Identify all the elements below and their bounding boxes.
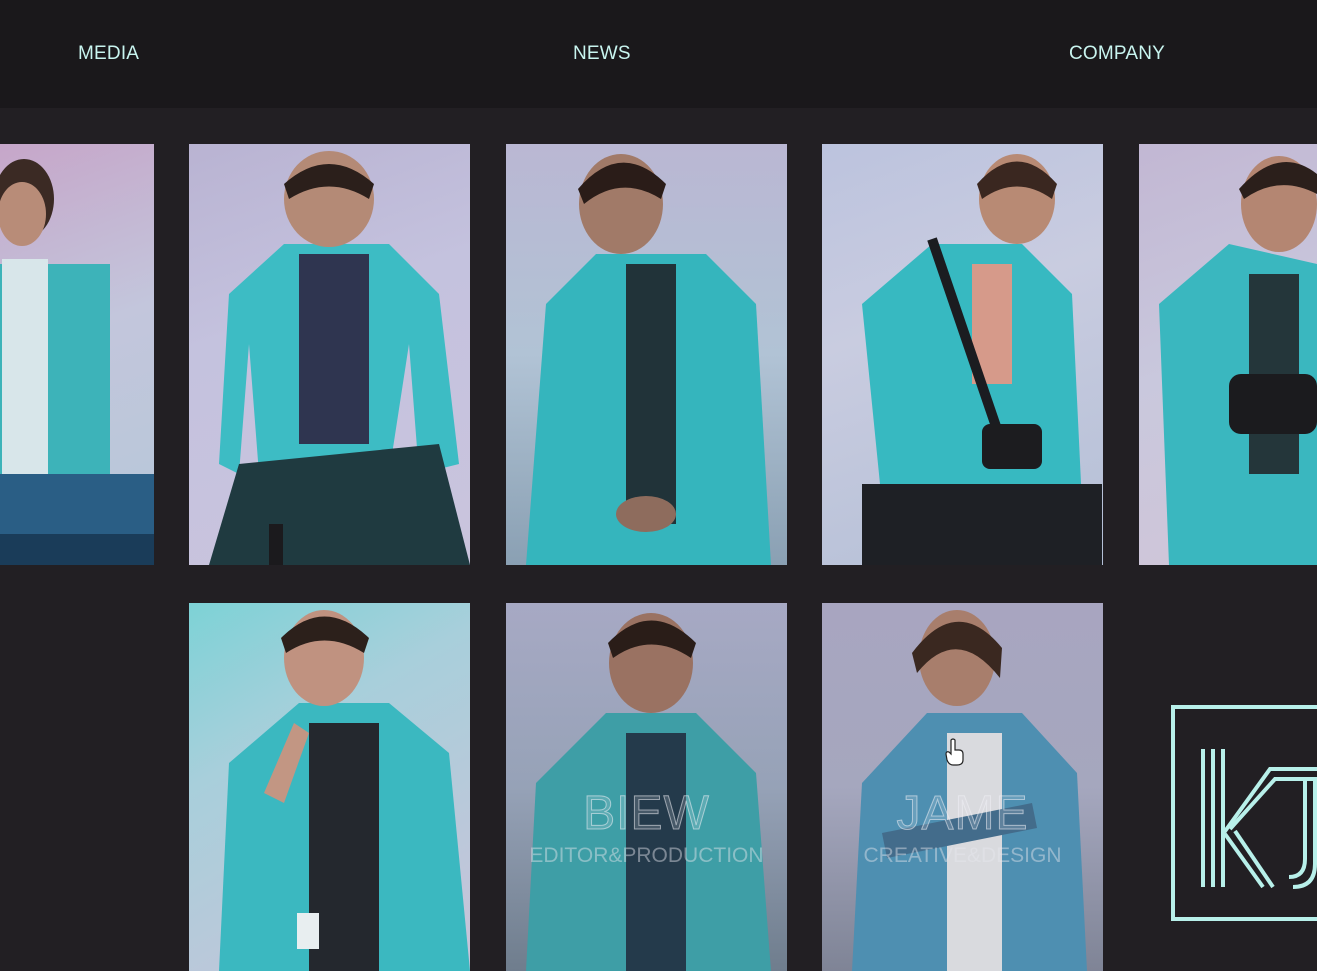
page: MEDIA NEWS COMPANY BIEW EDITOR&PRODUCTIO… (0, 0, 1317, 971)
kj-logo[interactable] (1171, 705, 1317, 921)
kj-logo-mark (1201, 749, 1317, 889)
member-portrait (209, 151, 470, 565)
nav-link-company[interactable]: COMPANY (1069, 43, 1165, 65)
member-photo-jame[interactable]: JAME CREATIVE&DESIGN (822, 603, 1103, 971)
member-portrait (0, 159, 154, 565)
member-portrait (1159, 156, 1317, 565)
member-photo-3[interactable] (506, 144, 787, 565)
nav-link-media[interactable]: MEDIA (78, 43, 139, 65)
hand-cursor-icon (945, 738, 964, 766)
member-photo-4[interactable] (822, 144, 1103, 565)
member-portrait (219, 610, 470, 971)
member-role: EDITOR&PRODUCTION (529, 844, 764, 867)
member-name: JAME (896, 787, 1029, 841)
member-role: CREATIVE&DESIGN (863, 844, 1062, 867)
member-name: BIEW (583, 787, 710, 841)
nav-link-news[interactable]: NEWS (573, 43, 631, 65)
member-photo-5[interactable] (1139, 144, 1317, 565)
member-portrait (862, 154, 1102, 565)
member-photo-2[interactable] (189, 144, 470, 565)
top-navigation: MEDIA NEWS COMPANY (0, 0, 1317, 108)
member-photo-6[interactable] (189, 603, 470, 971)
member-portrait (526, 154, 771, 565)
member-photo-1[interactable] (0, 144, 154, 565)
member-photo-biew[interactable]: BIEW EDITOR&PRODUCTION (506, 603, 787, 971)
